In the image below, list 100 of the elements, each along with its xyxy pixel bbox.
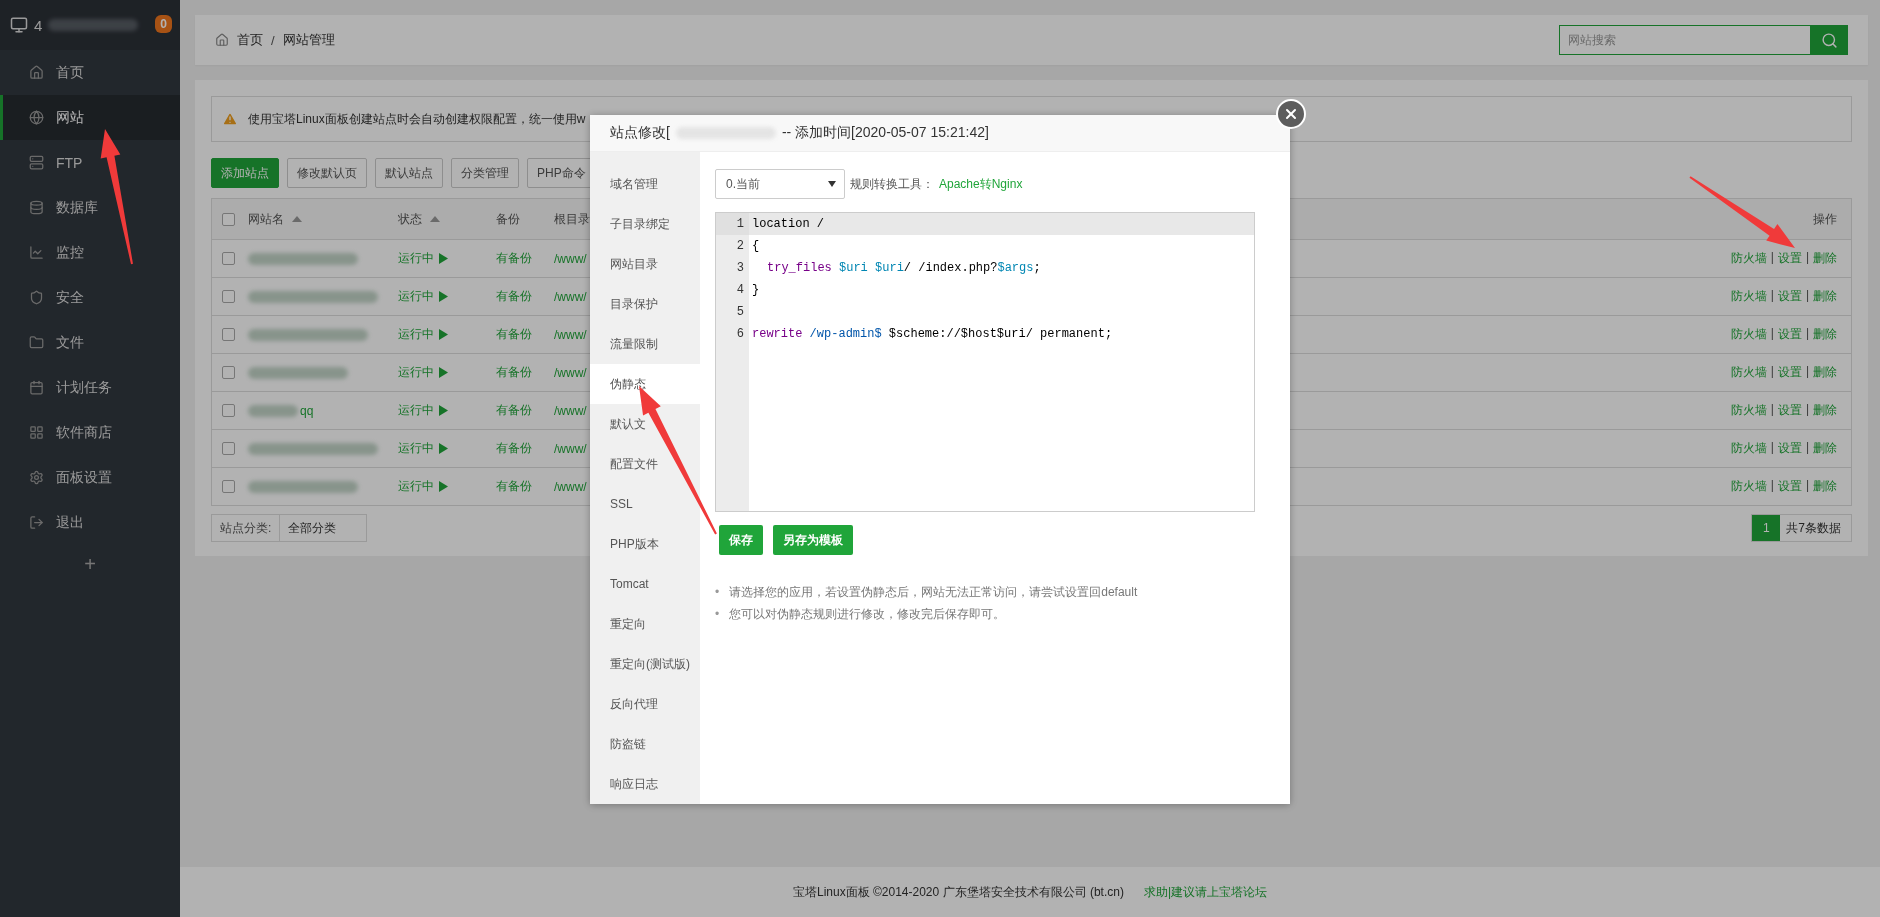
action-link[interactable]: 防火墙 bbox=[1730, 440, 1767, 457]
server-icon bbox=[29, 155, 44, 170]
status-text[interactable]: 运行中 bbox=[398, 364, 434, 381]
action-link[interactable]: 删除 bbox=[1813, 250, 1837, 267]
action-link[interactable]: 设置 bbox=[1777, 288, 1802, 305]
save-button[interactable]: 保存 bbox=[719, 525, 763, 555]
sidebar-item[interactable]: 首页 bbox=[0, 50, 180, 95]
dialog-menu-item[interactable]: 流量限制 bbox=[590, 324, 700, 364]
action-link[interactable]: 删除 bbox=[1813, 326, 1837, 343]
select-all-checkbox[interactable] bbox=[222, 212, 235, 226]
row-checkbox[interactable] bbox=[222, 290, 235, 303]
play-icon bbox=[439, 329, 448, 340]
sidebar-item[interactable]: 文件 bbox=[0, 320, 180, 365]
row-checkbox[interactable] bbox=[222, 480, 235, 493]
action-separator: | bbox=[1770, 440, 1774, 456]
dialog-menu-item[interactable]: 重定向 bbox=[590, 604, 700, 644]
action-link[interactable]: 设置 bbox=[1777, 478, 1802, 495]
action-link[interactable]: 设置 bbox=[1777, 326, 1802, 343]
status-text[interactable]: 运行中 bbox=[398, 326, 434, 343]
search-button[interactable] bbox=[1810, 25, 1848, 55]
bullet-mark: • bbox=[715, 585, 720, 599]
dialog-menu-item[interactable]: Tomcat bbox=[590, 564, 700, 604]
breadcrumb-link[interactable]: 网站管理 bbox=[282, 31, 335, 49]
status-text[interactable]: 运行中 bbox=[398, 440, 434, 457]
backup-text[interactable]: 有备份 bbox=[496, 402, 554, 419]
dialog-menu-item[interactable]: 配置文件 bbox=[590, 444, 700, 484]
dialog-menu-item[interactable]: 目录保护 bbox=[590, 284, 700, 324]
action-link[interactable]: 删除 bbox=[1813, 402, 1837, 419]
toolbar-button[interactable]: 默认站点 bbox=[375, 158, 443, 188]
row-checkbox[interactable] bbox=[222, 442, 235, 455]
play-icon bbox=[439, 405, 448, 416]
row-checkbox[interactable] bbox=[222, 252, 235, 265]
action-link[interactable]: 设置 bbox=[1777, 250, 1802, 267]
action-link[interactable]: 设置 bbox=[1777, 364, 1802, 381]
action-link[interactable]: 设置 bbox=[1777, 440, 1802, 457]
backup-text[interactable]: 有备份 bbox=[496, 364, 554, 381]
breadcrumb-link[interactable]: 首页 bbox=[237, 31, 263, 49]
sidebar-item[interactable]: 软件商店 bbox=[0, 410, 180, 455]
sidebar-item[interactable]: 网站 bbox=[0, 95, 180, 140]
dialog-menu-item[interactable]: 网站目录 bbox=[590, 244, 700, 284]
dialog-menu-item[interactable]: SSL bbox=[590, 484, 700, 524]
add-menu-button[interactable]: + bbox=[0, 545, 180, 576]
dialog-menu-item[interactable]: PHP版本 bbox=[590, 524, 700, 564]
sidebar-item[interactable]: 计划任务 bbox=[0, 365, 180, 410]
row-checkbox[interactable] bbox=[222, 404, 235, 417]
action-link[interactable]: 防火墙 bbox=[1730, 288, 1767, 305]
action-link[interactable]: 删除 bbox=[1813, 364, 1837, 381]
globe-icon bbox=[29, 110, 44, 125]
backup-text[interactable]: 有备份 bbox=[496, 250, 554, 267]
action-link[interactable]: 防火墙 bbox=[1730, 478, 1767, 495]
dialog-title: 站点修改[ bbox=[610, 124, 670, 142]
backup-text[interactable]: 有备份 bbox=[496, 478, 554, 495]
sidebar-item[interactable]: 退出 bbox=[0, 500, 180, 545]
forum-link[interactable]: 求助|建议请上宝塔论坛 bbox=[1143, 883, 1268, 901]
action-link[interactable]: 防火墙 bbox=[1730, 402, 1767, 419]
template-select[interactable]: 0.当前 bbox=[715, 169, 845, 199]
column-header: 网站名 bbox=[248, 210, 284, 228]
notification-badge[interactable]: 0 bbox=[155, 15, 172, 33]
line-number: 4 bbox=[735, 282, 745, 299]
status-text[interactable]: 运行中 bbox=[398, 250, 434, 267]
toolbar-button[interactable]: 分类管理 bbox=[451, 158, 519, 188]
backup-text[interactable]: 有备份 bbox=[496, 326, 554, 343]
dialog-menu-item[interactable]: 伪静态 bbox=[590, 364, 700, 404]
sort-icon[interactable] bbox=[430, 216, 440, 222]
save-template-button[interactable]: 另存为模板 bbox=[773, 525, 853, 555]
action-link[interactable]: 设置 bbox=[1777, 402, 1802, 419]
action-link[interactable]: 删除 bbox=[1813, 478, 1837, 495]
action-link[interactable]: 删除 bbox=[1813, 440, 1837, 457]
status-text[interactable]: 运行中 bbox=[398, 402, 434, 419]
backup-text[interactable]: 有备份 bbox=[496, 288, 554, 305]
row-checkbox[interactable] bbox=[222, 366, 235, 379]
sort-icon[interactable] bbox=[292, 216, 302, 222]
page-button[interactable]: 1 bbox=[1752, 515, 1781, 541]
dialog-menu-item[interactable]: 反向代理 bbox=[590, 684, 700, 724]
dialog-menu-item[interactable]: 默认文 bbox=[590, 404, 700, 444]
status-text[interactable]: 运行中 bbox=[398, 288, 434, 305]
breadcrumb-separator: / bbox=[271, 32, 275, 48]
category-select[interactable]: 全部分类 bbox=[279, 515, 367, 541]
dialog-menu-item[interactable]: 防盗链 bbox=[590, 724, 700, 764]
dialog-menu-item[interactable]: 响应日志 bbox=[590, 764, 700, 804]
site-name[interactable]: qq bbox=[300, 403, 314, 418]
dialog-menu-item[interactable]: 重定向(测试版) bbox=[590, 644, 700, 684]
action-link[interactable]: 防火墙 bbox=[1730, 364, 1767, 381]
search-field[interactable]: 网站搜索 bbox=[1559, 25, 1810, 55]
toolbar-button[interactable]: 添加站点 bbox=[211, 158, 279, 188]
toolbar-button[interactable]: 修改默认页 bbox=[287, 158, 367, 188]
action-link[interactable]: 防火墙 bbox=[1730, 326, 1767, 343]
action-link[interactable]: 删除 bbox=[1813, 288, 1837, 305]
converter-link[interactable]: Apache转Nginx bbox=[939, 175, 1023, 193]
code-line: } bbox=[751, 282, 761, 299]
monitor-icon bbox=[10, 16, 28, 34]
row-checkbox[interactable] bbox=[222, 328, 235, 341]
dialog-menu-item[interactable]: 子目录绑定 bbox=[590, 204, 700, 244]
action-separator: | bbox=[1805, 288, 1809, 304]
sidebar-item[interactable]: 面板设置 bbox=[0, 455, 180, 500]
backup-text[interactable]: 有备份 bbox=[496, 440, 554, 457]
sidebar-item[interactable]: 安全 bbox=[0, 275, 180, 320]
code-editor[interactable]: 1 2 3 4 5 6 location / { try_files $uri $uri/ /index.php?$args; } rewrite /wp-admin$ $scheme://$host$uri/ permanent; bbox=[715, 212, 1255, 512]
action-link[interactable]: 防火墙 bbox=[1730, 250, 1767, 267]
status-text[interactable]: 运行中 bbox=[398, 478, 434, 495]
